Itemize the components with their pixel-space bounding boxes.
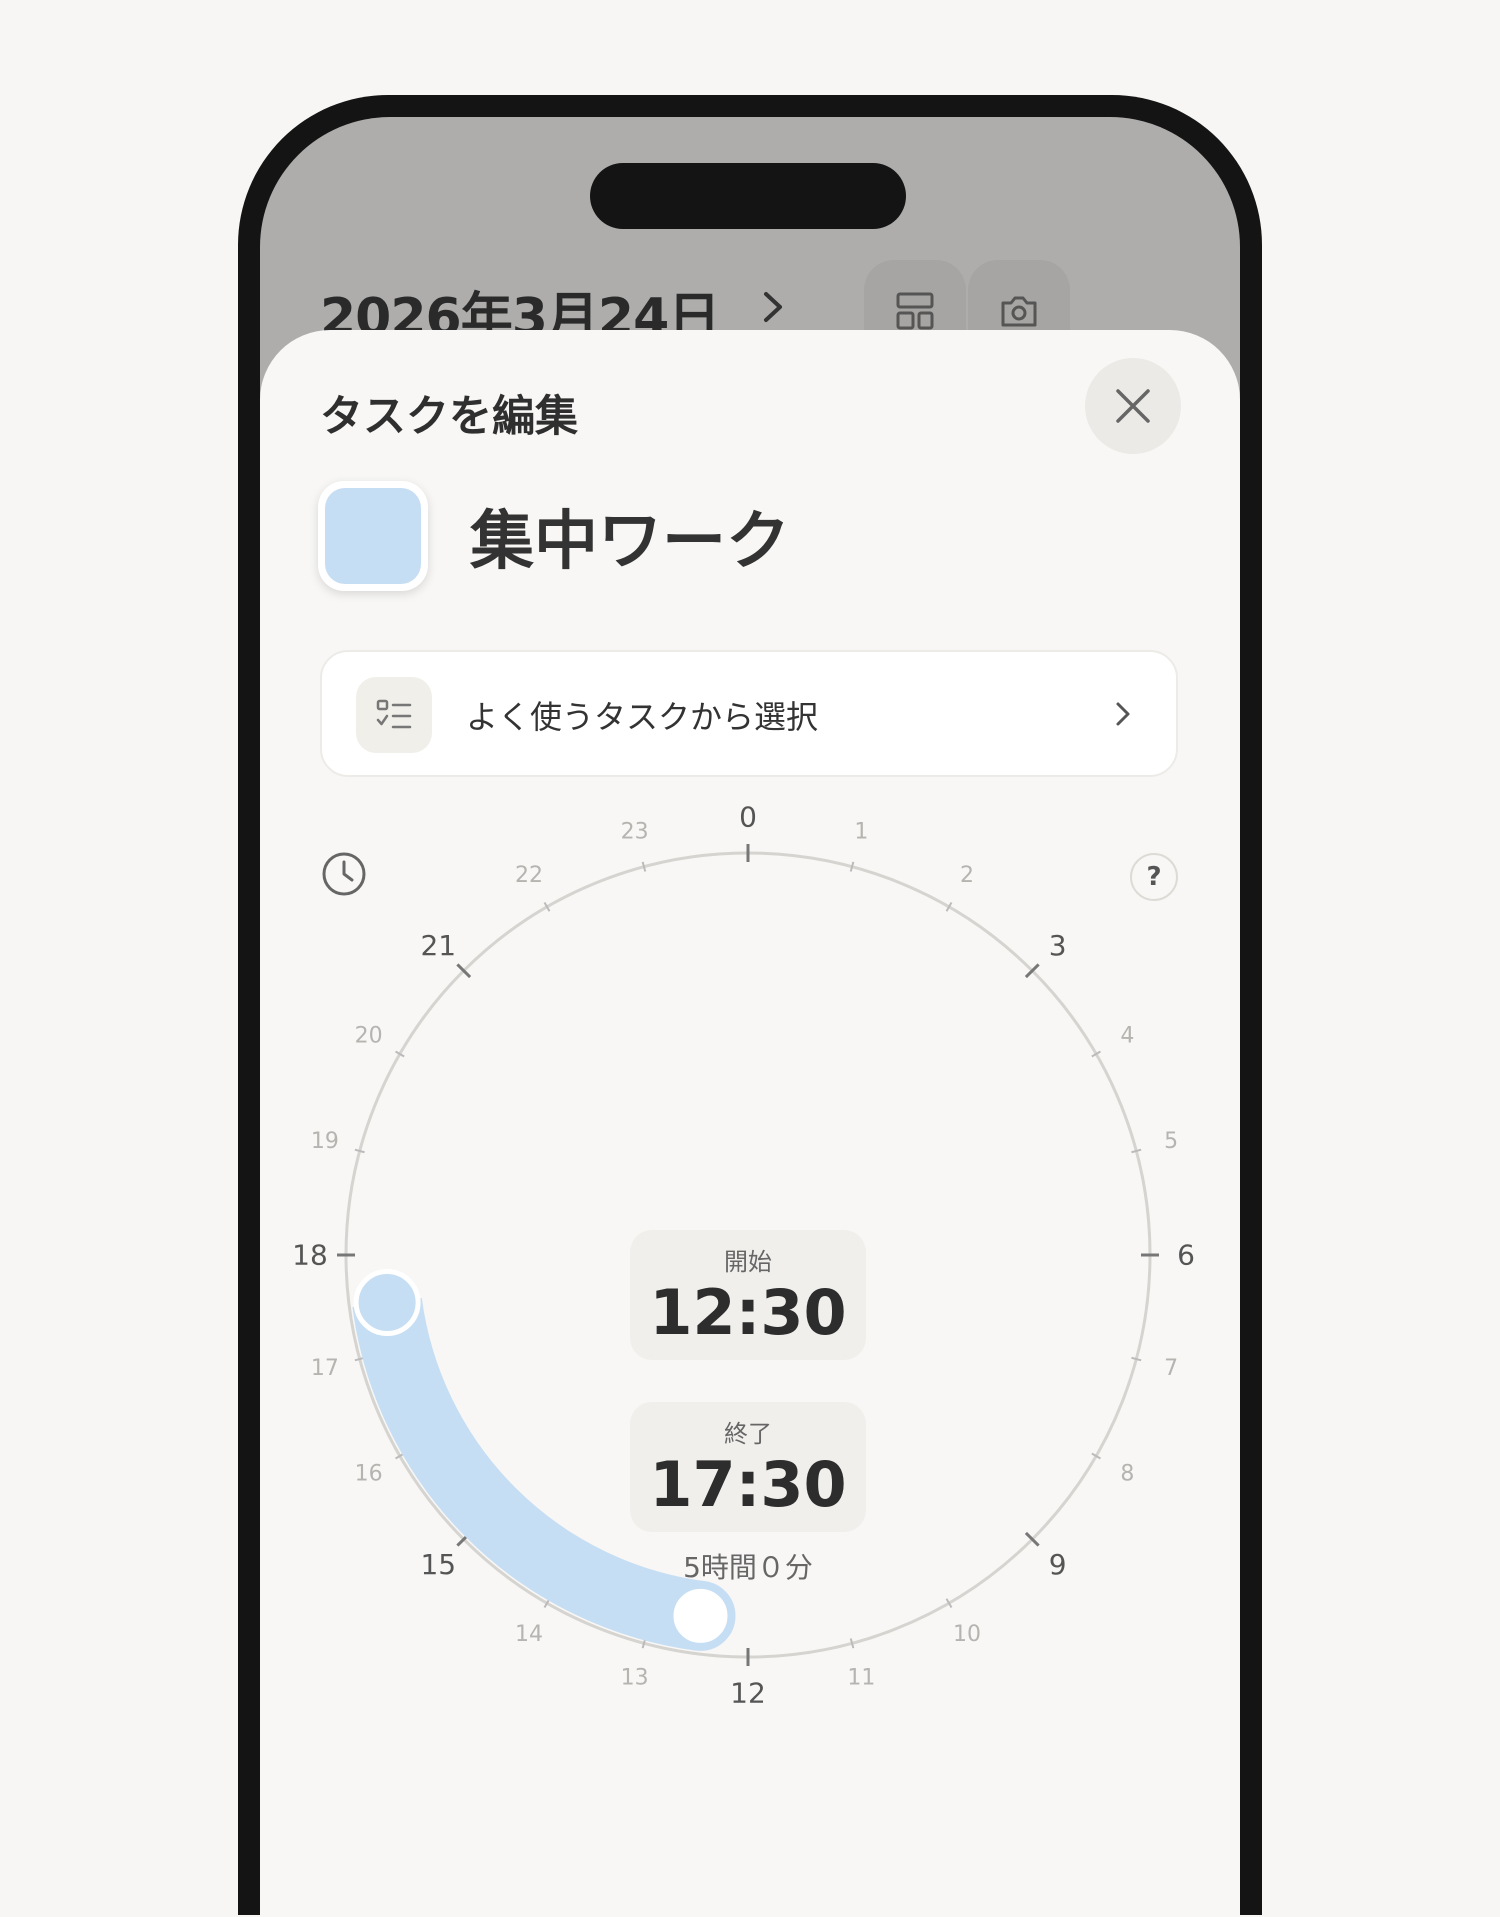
dynamic-island bbox=[590, 163, 906, 229]
chevron-right-icon[interactable] bbox=[754, 282, 794, 332]
dial-label-13: 13 bbox=[621, 1666, 649, 1691]
dial-label-8: 8 bbox=[1120, 1462, 1134, 1487]
dial-tick-23 bbox=[641, 861, 647, 872]
end-time: 17:30 bbox=[649, 1448, 847, 1521]
start-label: 開始 bbox=[724, 1248, 772, 1276]
end-handle bbox=[353, 1269, 421, 1337]
dial-label-9: 9 bbox=[1049, 1548, 1067, 1581]
phone-screen: 2026年3月24日 タスクを編集 集中ワーク よく使うタスクから選択 ? 0 … bbox=[260, 117, 1240, 1917]
camera-icon bbox=[1001, 296, 1037, 327]
end-time-card[interactable]: 終了 17:30 bbox=[630, 1402, 866, 1532]
dial-label-19: 19 bbox=[311, 1129, 339, 1154]
dial-tick-1 bbox=[849, 861, 855, 872]
start-time: 12:30 bbox=[649, 1276, 847, 1349]
dial-label-4: 4 bbox=[1120, 1024, 1134, 1049]
dial-label-23: 23 bbox=[621, 819, 649, 844]
dial-label-17: 17 bbox=[311, 1356, 339, 1381]
start-handle bbox=[665, 1580, 736, 1651]
dial-tick-11 bbox=[849, 1638, 855, 1649]
start-time-card[interactable]: 開始 12:30 bbox=[630, 1230, 866, 1360]
dial-label-0: 0 bbox=[739, 801, 757, 834]
dial-label-15: 15 bbox=[420, 1548, 456, 1581]
dial-label-16: 16 bbox=[355, 1462, 383, 1487]
dial-label-18: 18 bbox=[292, 1239, 328, 1272]
dial-label-7: 7 bbox=[1164, 1356, 1178, 1381]
dial-tick-5 bbox=[1131, 1148, 1142, 1154]
dial-label-5: 5 bbox=[1164, 1129, 1178, 1154]
dial-label-6: 6 bbox=[1177, 1239, 1195, 1272]
dial-label-1: 1 bbox=[854, 819, 868, 844]
dial-label-14: 14 bbox=[515, 1622, 543, 1647]
dial-label-22: 22 bbox=[515, 863, 543, 888]
layout-icon bbox=[896, 292, 934, 330]
time-dial[interactable]: 0 1234567891011121314151617181920212223 bbox=[260, 330, 1240, 1917]
dial-label-12: 12 bbox=[730, 1677, 766, 1710]
dial-label-11: 11 bbox=[847, 1666, 875, 1691]
dial-tick-19 bbox=[354, 1148, 365, 1154]
end-label: 終了 bbox=[724, 1420, 772, 1448]
dial-tick-7 bbox=[1131, 1356, 1142, 1362]
dial-label-3: 3 bbox=[1049, 929, 1067, 962]
edit-task-sheet: タスクを編集 集中ワーク よく使うタスクから選択 ? 0 1 2 3 4 5 6… bbox=[260, 330, 1240, 1917]
dial-label-21: 21 bbox=[420, 929, 456, 962]
duration-label: 5時間０分 bbox=[683, 1551, 813, 1584]
phone-frame: 2026年3月24日 タスクを編集 集中ワーク よく使うタスクから選択 ? 0 … bbox=[238, 95, 1262, 1917]
dial-label-10: 10 bbox=[953, 1622, 981, 1647]
dial-label-20: 20 bbox=[355, 1024, 383, 1049]
dial-label-2: 2 bbox=[960, 863, 974, 888]
